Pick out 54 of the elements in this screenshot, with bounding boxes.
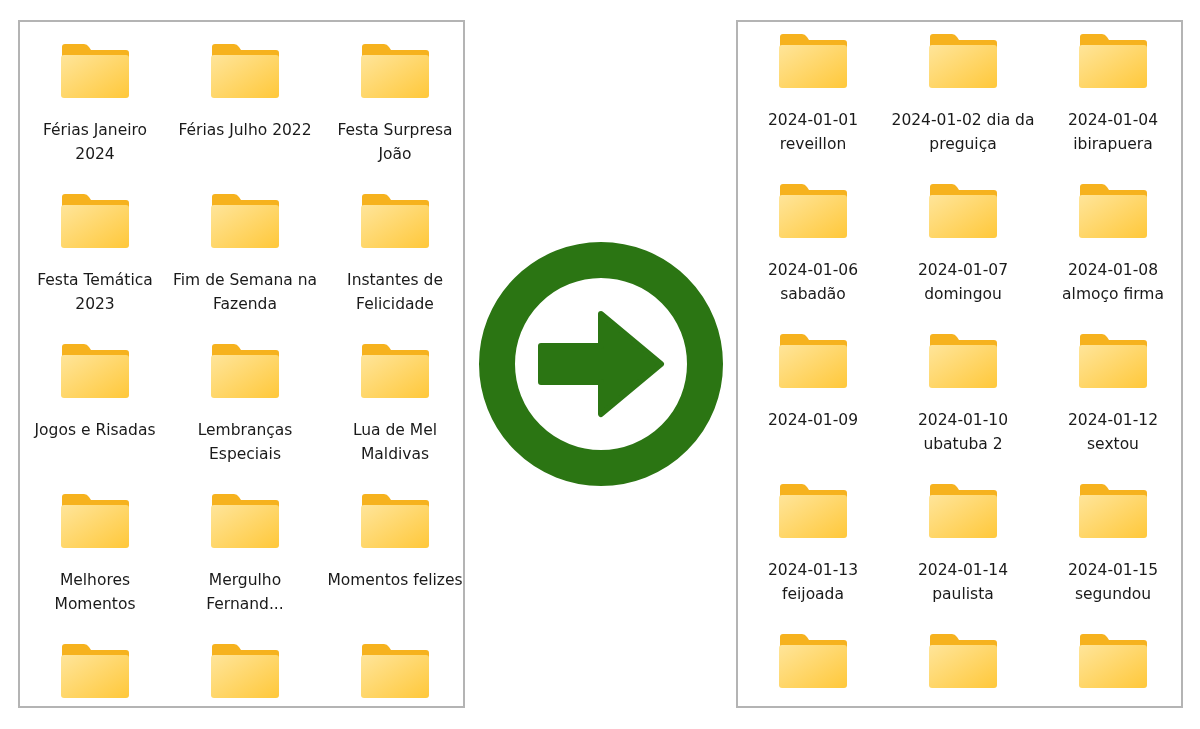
folder-name: Momentos felizes bbox=[326, 570, 463, 591]
folder-name: Lua de Mel Maldivas bbox=[351, 420, 439, 465]
folder-name: 2024-01-07 domingou bbox=[916, 260, 1010, 305]
folder-name: 2024-01-06 sabadão bbox=[766, 260, 860, 305]
folder-name: 2024-01-14 paulista bbox=[916, 560, 1010, 605]
folder-icon bbox=[1078, 484, 1148, 538]
folder-icon bbox=[60, 644, 130, 698]
folder-icon bbox=[778, 34, 848, 88]
folder-icon bbox=[360, 644, 430, 698]
folder-icon bbox=[60, 44, 130, 98]
folder-name: Festa Surpresa João bbox=[336, 120, 454, 165]
folder-name: Férias Julho 2022 bbox=[177, 120, 313, 141]
folder-name: 2024-01-08 almoço firma bbox=[1061, 260, 1165, 305]
folder-icon bbox=[360, 494, 430, 548]
folder-name: 2024-01-01 reveillon bbox=[766, 110, 860, 155]
folder-icon bbox=[778, 484, 848, 538]
folder-icon bbox=[1078, 184, 1148, 238]
folder-name: 2024-01-04 ibirapuera bbox=[1066, 110, 1160, 155]
folder-name: 2024-01-15 segundou bbox=[1066, 560, 1160, 605]
folder-icon bbox=[60, 344, 130, 398]
folder-icon bbox=[210, 344, 280, 398]
folder-name: 2024-01-02 dia da preguiça bbox=[890, 110, 1036, 155]
folder-icon bbox=[1078, 334, 1148, 388]
folder-icon bbox=[778, 184, 848, 238]
folder-icon bbox=[928, 184, 998, 238]
folder-name: Melhores Momentos bbox=[53, 570, 137, 615]
folder-icon bbox=[360, 194, 430, 248]
folder-icon bbox=[360, 44, 430, 98]
folder-name: Festa Temática 2023 bbox=[36, 270, 154, 315]
folder-icon bbox=[1078, 34, 1148, 88]
folder-icon bbox=[360, 344, 430, 398]
folder-name: Lembranças Especiais bbox=[196, 420, 294, 465]
folder-name: 2024-01-12 sextou bbox=[1066, 410, 1160, 455]
folder-icon bbox=[928, 34, 998, 88]
folder-name: Jogos e Risadas bbox=[32, 420, 157, 441]
folder-name: 2024-01-13 feijoada bbox=[766, 560, 860, 605]
folder-icon bbox=[928, 484, 998, 538]
folder-icon bbox=[778, 634, 848, 688]
folder-name: 2024-01-09 bbox=[766, 410, 860, 431]
folder-icon bbox=[210, 194, 280, 248]
folder-name: Instantes de Felicidade bbox=[346, 270, 444, 315]
folder-name: Férias Janeiro 2024 bbox=[41, 120, 148, 165]
folder-icon bbox=[778, 334, 848, 388]
folder-name: 2024-01-10 ubatuba 2 bbox=[916, 410, 1010, 455]
folder-icon bbox=[928, 334, 998, 388]
folder-name: Mergulho Fernand... bbox=[205, 570, 285, 615]
folder-icon bbox=[60, 194, 130, 248]
folder-icon bbox=[210, 644, 280, 698]
folder-name: Fim de Semana na Fazenda bbox=[172, 270, 318, 315]
folder-icon bbox=[60, 494, 130, 548]
folder-icon bbox=[928, 634, 998, 688]
folder-icon bbox=[210, 44, 280, 98]
folder-icon bbox=[1078, 634, 1148, 688]
folder-icon bbox=[210, 494, 280, 548]
